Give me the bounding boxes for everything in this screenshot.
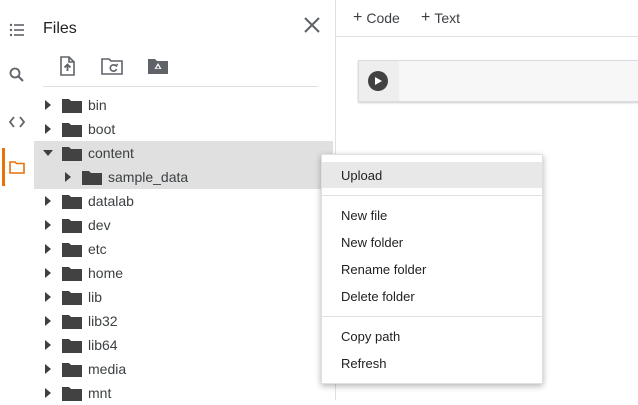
tree-item-label: home — [88, 265, 124, 281]
context-menu: Upload New file New folder Rename folder… — [321, 154, 543, 384]
menu-item-rename-folder[interactable]: Rename folder — [322, 256, 542, 282]
run-cell-button[interactable] — [368, 71, 388, 91]
chevron-right-icon[interactable] — [40, 121, 56, 137]
chevron-right-icon[interactable] — [60, 169, 76, 185]
folder-icon — [62, 315, 82, 329]
files-panel: Files bin boot content sample_data datal… — [34, 0, 336, 401]
menu-item-upload[interactable]: Upload — [322, 162, 542, 188]
google-drive-icon[interactable] — [146, 55, 168, 77]
folder-icon — [62, 99, 82, 113]
tree-item-sample-data[interactable]: sample_data — [34, 165, 333, 189]
table-of-contents-icon[interactable] — [6, 19, 28, 41]
chevron-right-icon[interactable] — [40, 217, 56, 233]
folder-icon — [62, 387, 82, 401]
folder-icon — [62, 243, 82, 257]
menu-item-refresh[interactable]: Refresh — [322, 350, 542, 376]
chevron-right-icon[interactable] — [40, 241, 56, 257]
menu-divider — [322, 195, 542, 196]
menu-item-copy-path[interactable]: Copy path — [322, 323, 542, 349]
close-icon[interactable] — [302, 15, 322, 35]
chevron-right-icon[interactable] — [40, 337, 56, 353]
folder-icon — [62, 339, 82, 353]
tree-item-label: bin — [88, 97, 107, 113]
folder-icon — [62, 219, 82, 233]
tree-item-label: lib — [88, 289, 103, 305]
folder-icon — [62, 267, 82, 281]
tree-item-content[interactable]: content — [34, 141, 333, 165]
tree-item-label: mnt — [88, 385, 112, 401]
tree-item-etc[interactable]: etc — [34, 237, 333, 261]
tree-item-label: etc — [88, 241, 107, 257]
chevron-right-icon[interactable] — [40, 385, 56, 401]
notebook-toolbar: + Code + Text — [335, 0, 638, 37]
tree-item-label: media — [88, 361, 127, 377]
tree-item-label: sample_data — [108, 169, 189, 185]
active-indicator — [2, 148, 5, 186]
menu-item-delete-folder[interactable]: Delete folder — [322, 283, 542, 309]
chevron-right-icon[interactable] — [40, 97, 56, 113]
menu-item-new-folder[interactable]: New folder — [322, 229, 542, 255]
sidebar-rail — [0, 0, 34, 400]
tree-item-boot[interactable]: boot — [34, 117, 333, 141]
search-icon[interactable] — [6, 64, 28, 86]
add-code-button[interactable]: + Code — [353, 9, 400, 27]
plus-icon: + — [421, 9, 431, 26]
folder-icon — [62, 195, 82, 209]
folder-icon[interactable] — [6, 156, 28, 178]
folder-icon — [62, 123, 82, 137]
code-cell[interactable] — [358, 60, 638, 102]
chevron-right-icon[interactable] — [40, 193, 56, 209]
refresh-folder-icon[interactable] — [100, 55, 123, 77]
chevron-right-icon[interactable] — [40, 313, 56, 329]
tree-item-lib[interactable]: lib — [34, 285, 333, 309]
play-icon — [375, 77, 382, 85]
plus-icon: + — [353, 9, 363, 26]
tree-item-datalab[interactable]: datalab — [34, 189, 333, 213]
tree-item-label: lib32 — [88, 313, 118, 329]
menu-divider — [322, 316, 542, 317]
folder-icon — [62, 291, 82, 305]
add-text-button[interactable]: + Text — [421, 9, 460, 27]
tree-item-media[interactable]: media — [34, 357, 333, 381]
panel-title: Files — [43, 20, 77, 37]
tree-item-label: content — [88, 145, 134, 161]
tree-item-label: dev — [88, 217, 111, 233]
upload-file-icon[interactable] — [56, 55, 78, 77]
tree-item-bin[interactable]: bin — [34, 93, 333, 117]
add-code-label: Code — [366, 10, 400, 26]
tree-item-dev[interactable]: dev — [34, 213, 333, 237]
chevron-down-icon[interactable] — [40, 145, 56, 161]
tree-item-label: datalab — [88, 193, 134, 209]
chevron-right-icon[interactable] — [40, 289, 56, 305]
tree-item-label: lib64 — [88, 337, 118, 353]
tree-item-mnt[interactable]: mnt — [34, 381, 333, 405]
menu-item-new-file[interactable]: New file — [322, 202, 542, 228]
folder-icon — [82, 171, 102, 185]
add-text-label: Text — [434, 10, 461, 26]
chevron-right-icon[interactable] — [40, 265, 56, 281]
code-snippets-icon[interactable] — [6, 111, 28, 133]
chevron-right-icon[interactable] — [40, 361, 56, 377]
folder-icon — [62, 147, 82, 161]
tree-item-label: boot — [88, 121, 116, 137]
tree-item-home[interactable]: home — [34, 261, 333, 285]
folder-icon — [62, 363, 82, 377]
tree-item-lib32[interactable]: lib32 — [34, 309, 333, 333]
tree-item-lib64[interactable]: lib64 — [34, 333, 333, 357]
toolbar-divider — [43, 86, 318, 87]
